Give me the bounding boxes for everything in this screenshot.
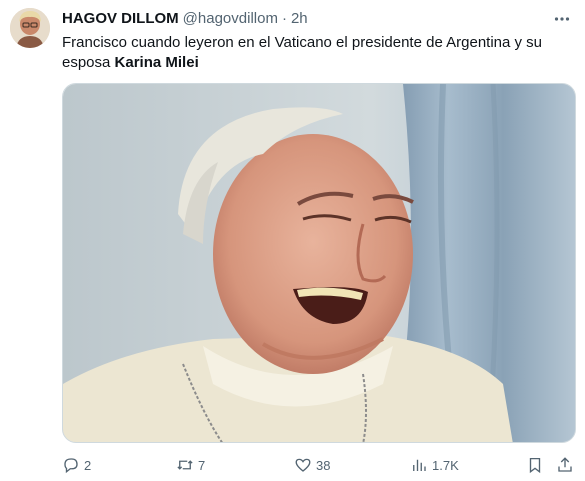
heart-icon — [295, 458, 311, 472]
user-handle[interactable]: @hagovdillom — [183, 10, 278, 27]
bookmark-icon — [529, 457, 541, 474]
tweet-header: HAGOV DILLOM @hagovdillom · 2h — [62, 10, 532, 30]
retweet-count: 7 — [198, 457, 206, 473]
more-icon — [554, 17, 570, 21]
separator-dot: · — [281, 10, 287, 27]
reply-count: 2 — [84, 457, 92, 473]
views-icon — [413, 459, 426, 471]
retweet-icon — [177, 460, 193, 470]
retweet-button[interactable]: 7 — [176, 454, 205, 476]
views-count: 1.7K — [432, 457, 459, 473]
like-button[interactable]: 38 — [294, 454, 330, 476]
reply-button[interactable]: 2 — [62, 454, 91, 476]
tweet-text: Francisco cuando leyeron en el Vaticano … — [62, 33, 567, 73]
photo-laughing-man — [63, 84, 575, 442]
bookmark-button[interactable] — [526, 454, 544, 476]
avatar[interactable] — [10, 8, 50, 48]
tweet-actions: 2 7 38 1.7K — [62, 454, 576, 476]
tweet[interactable]: HAGOV DILLOM @hagovdillom · 2h Francisco… — [0, 0, 585, 481]
more-button[interactable] — [551, 8, 573, 30]
timestamp[interactable]: 2h — [291, 10, 308, 27]
reply-icon — [64, 458, 78, 474]
display-name[interactable]: HAGOV DILLOM — [62, 10, 179, 27]
like-count: 38 — [316, 457, 331, 473]
share-icon — [558, 457, 572, 472]
avatar-image — [10, 8, 50, 48]
tweet-photo[interactable] — [62, 83, 576, 443]
views-button[interactable]: 1.7K — [410, 454, 459, 476]
tweet-text-bold: Karina Milei — [114, 54, 199, 71]
share-button[interactable] — [556, 454, 574, 476]
